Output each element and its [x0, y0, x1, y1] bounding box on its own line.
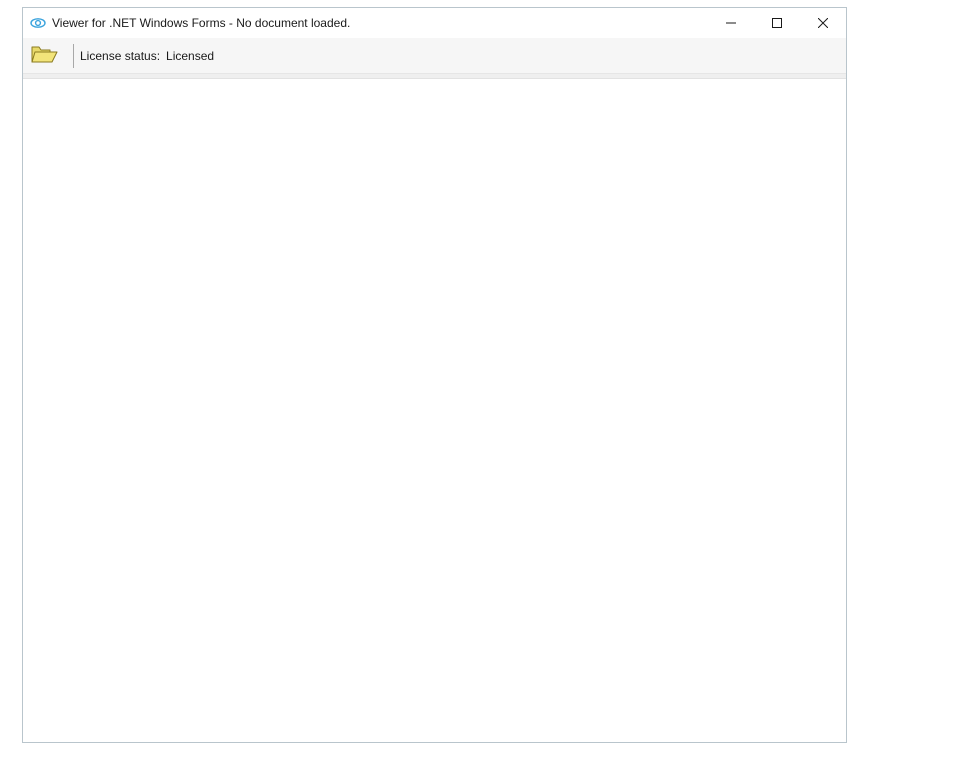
maximize-icon [772, 16, 782, 31]
minimize-button[interactable] [708, 8, 754, 38]
window-controls [708, 8, 846, 38]
license-status-value: Licensed [166, 49, 214, 63]
close-icon [818, 16, 828, 31]
close-button[interactable] [800, 8, 846, 38]
window-title: Viewer for .NET Windows Forms - No docum… [52, 16, 350, 30]
minimize-icon [726, 16, 736, 31]
open-file-button[interactable] [25, 41, 65, 71]
app-window: Viewer for .NET Windows Forms - No docum… [22, 7, 847, 743]
titlebar: Viewer for .NET Windows Forms - No docum… [23, 8, 846, 38]
titlebar-left: Viewer for .NET Windows Forms - No docum… [23, 15, 708, 31]
folder-open-icon [30, 43, 60, 68]
toolbar: License status: Licensed [23, 38, 846, 74]
license-status-label: License status: [80, 49, 160, 63]
eye-icon [30, 15, 46, 31]
document-area [23, 79, 846, 742]
toolbar-separator [73, 44, 74, 68]
maximize-button[interactable] [754, 8, 800, 38]
